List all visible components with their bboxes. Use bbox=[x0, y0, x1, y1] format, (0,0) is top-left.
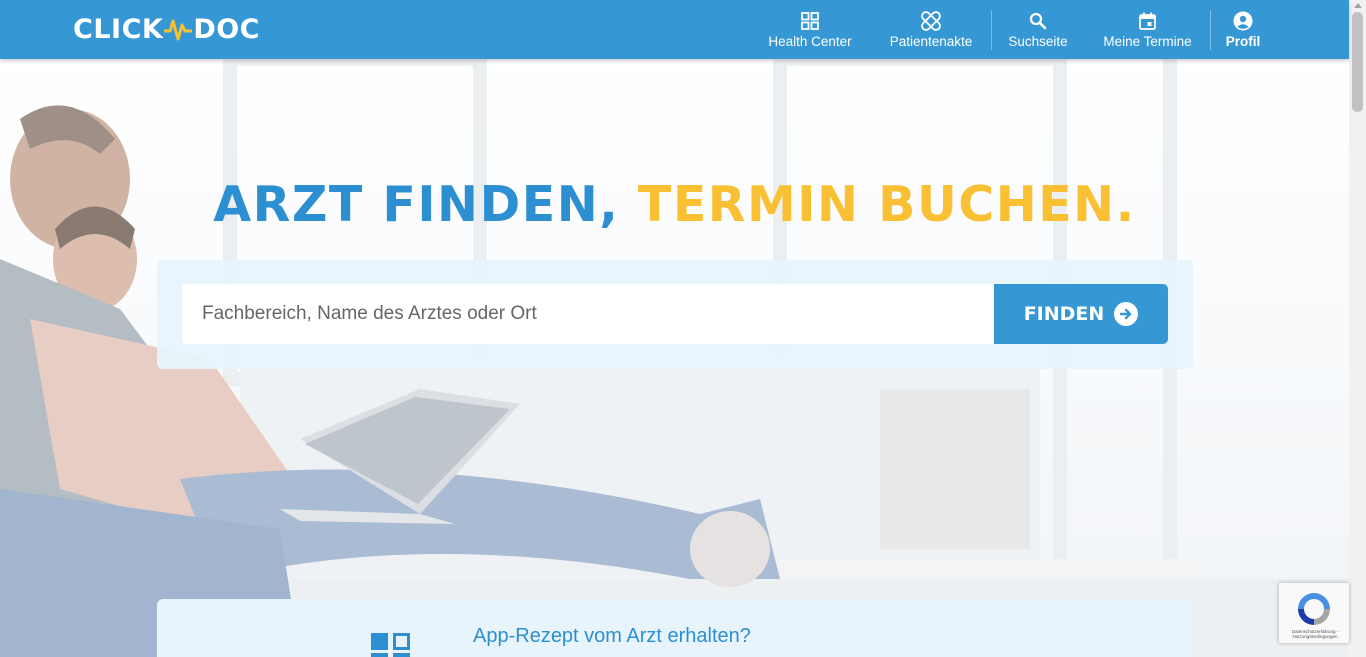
nav-label: Health Center bbox=[768, 34, 852, 49]
nav-patientenakte[interactable]: Patientenakte bbox=[884, 0, 978, 59]
clickdoc-logo[interactable]: CLICK DOC bbox=[73, 13, 260, 45]
recaptcha-links[interactable]: Datenschutzerklärung - Nutzungsbedingung… bbox=[1283, 629, 1347, 639]
search-icon bbox=[1027, 10, 1049, 32]
search-card: FINDEN bbox=[157, 260, 1193, 369]
bandage-icon bbox=[920, 10, 942, 32]
recaptcha-icon bbox=[1298, 593, 1330, 625]
page-scrollbar[interactable] bbox=[1349, 0, 1366, 657]
calendar-icon bbox=[1137, 10, 1159, 32]
scroll-up-arrow-icon[interactable] bbox=[1354, 3, 1362, 8]
prescription-app-icon bbox=[371, 633, 411, 657]
scroll-thumb[interactable] bbox=[1352, 12, 1363, 112]
headline-yellow: TERMIN BUCHEN. bbox=[637, 176, 1136, 233]
top-navbar: CLICK DOC Health Center Patientenakte Su… bbox=[0, 0, 1349, 59]
nav-divider bbox=[1210, 10, 1211, 50]
nav-suchseite[interactable]: Suchseite bbox=[1004, 0, 1072, 59]
hero-headline: ARZT FINDEN, TERMIN BUCHEN. bbox=[0, 176, 1349, 233]
search-input[interactable] bbox=[182, 284, 995, 344]
nav-profil[interactable]: Profil bbox=[1222, 0, 1264, 59]
app-prescription-text: App-Rezept vom Arzt erhalten? bbox=[473, 625, 751, 647]
app-prescription-card[interactable]: App-Rezept vom Arzt erhalten? bbox=[157, 599, 1193, 657]
nav-health-center[interactable]: Health Center bbox=[762, 0, 858, 59]
arrow-right-icon bbox=[1114, 302, 1139, 326]
heartbeat-icon bbox=[164, 19, 193, 41]
find-button[interactable]: FINDEN bbox=[994, 284, 1168, 344]
user-circle-icon bbox=[1232, 10, 1254, 32]
nav-label: Profil bbox=[1225, 34, 1261, 49]
find-button-label: FINDEN bbox=[1023, 303, 1105, 325]
logo-text-left: CLICK bbox=[73, 13, 164, 45]
nav-label: Meine Termine bbox=[1103, 34, 1192, 49]
nav-divider bbox=[991, 10, 992, 50]
logo-text-right: DOC bbox=[193, 13, 260, 45]
nav-label: Suchseite bbox=[1008, 34, 1068, 49]
recaptcha-badge[interactable]: Datenschutzerklärung - Nutzungsbedingung… bbox=[1279, 583, 1349, 643]
headline-blue: ARZT FINDEN, bbox=[213, 176, 620, 233]
nav-label: Patientenakte bbox=[889, 34, 973, 49]
hero-section: ARZT FINDEN, TERMIN BUCHEN. FINDEN App-R… bbox=[0, 59, 1349, 657]
nav-meine-termine[interactable]: Meine Termine bbox=[1097, 0, 1198, 59]
grid-icon bbox=[799, 10, 821, 32]
